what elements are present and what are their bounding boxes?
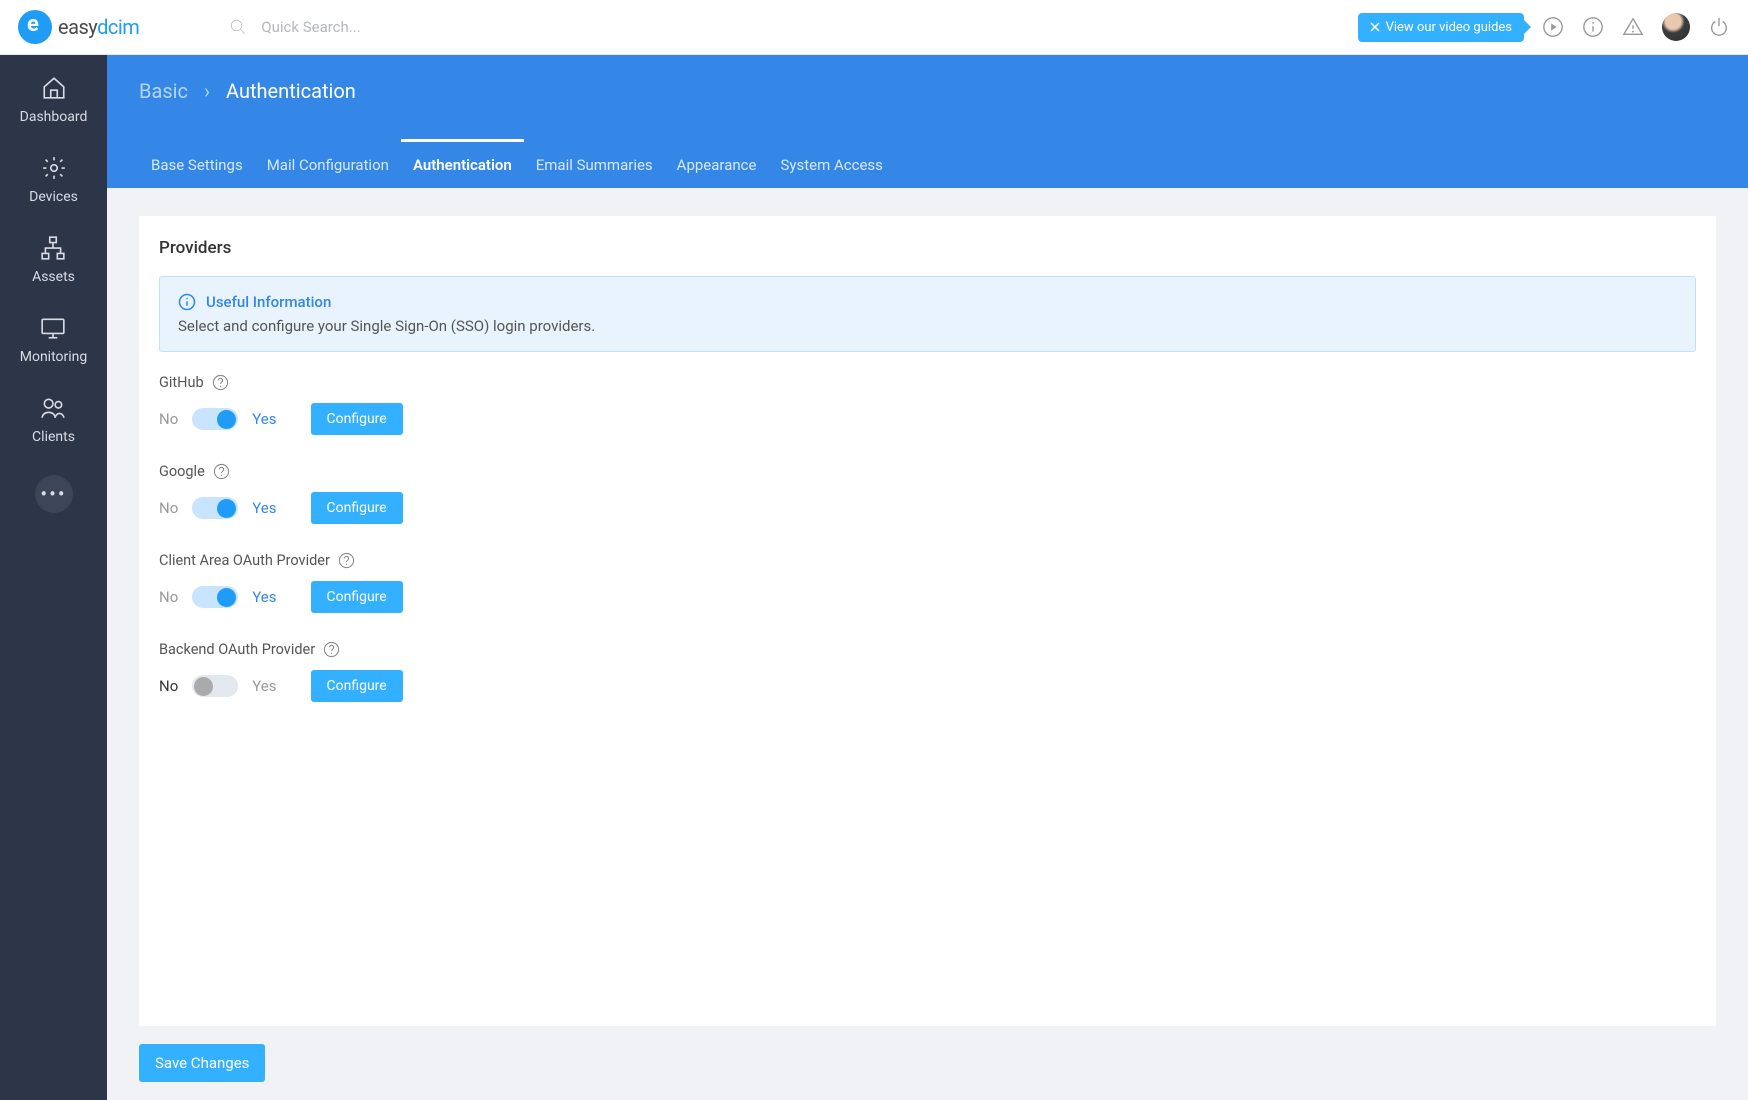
sidebar-item-label: Clients [32,429,75,445]
provider-controls: No Yes Configure [159,403,1696,435]
tab-system-access[interactable]: System Access [768,142,894,188]
sidebar-item-devices[interactable]: Devices [29,155,78,205]
dots-icon: ••• [40,482,66,506]
sidebar-item-monitoring[interactable]: Monitoring [20,315,88,365]
logo-text: easydcim [58,15,139,39]
sidebar-item-assets[interactable]: Assets [32,235,75,285]
network-icon [40,235,66,261]
power-icon[interactable] [1708,16,1730,38]
breadcrumb-current: Authentication [226,79,356,103]
main: Basic › Authentication Base Settings Mai… [107,55,1748,1100]
toggle-no-label: No [159,410,178,428]
info-text: Select and configure your Single Sign-On… [178,317,1677,335]
provider-controls: No Yes Configure [159,581,1696,613]
provider-label: GitHub [159,374,1696,391]
top-header: easydcim View our video guides [0,0,1748,55]
toggle-no-label: No [159,677,178,695]
provider-label: Google [159,463,1696,480]
gear-icon [41,155,67,181]
sidebar: Dashboard Devices Assets Monitoring Clie… [0,55,107,1100]
search-icon [229,18,247,36]
tab-appearance[interactable]: Appearance [665,142,769,188]
provider-toggle[interactable] [192,586,238,608]
play-help-icon[interactable] [1542,16,1564,38]
video-guides-button[interactable]: View our video guides [1358,13,1524,42]
provider-controls: No Yes Configure [159,492,1696,524]
tab-email-summaries[interactable]: Email Summaries [524,142,665,188]
providers-card: Providers Useful Information Select and … [139,216,1716,1026]
toggle-yes-label: Yes [252,588,276,606]
page-header: Basic › Authentication Base Settings Mai… [107,55,1748,188]
toggle-yes-label: Yes [252,499,276,517]
sidebar-item-clients[interactable]: Clients [32,395,75,445]
help-circle-icon[interactable] [338,552,355,569]
monitor-icon [40,315,66,341]
help-circle-icon[interactable] [213,463,230,480]
tab-base-settings[interactable]: Base Settings [139,142,255,188]
provider-row: Client Area OAuth Provider No Yes Configure [159,552,1696,613]
info-icon[interactable] [1582,16,1604,38]
provider-label: Client Area OAuth Provider [159,552,1696,569]
card-title: Providers [159,238,1696,258]
help-circle-icon[interactable] [212,374,229,391]
toggle-no-label: No [159,588,178,606]
provider-label: Backend OAuth Provider [159,641,1696,658]
toggle-yes-label: Yes [252,410,276,428]
configure-button[interactable]: Configure [311,670,403,702]
tabs: Base Settings Mail Configuration Authent… [139,142,895,188]
sidebar-item-dashboard[interactable]: Dashboard [20,75,88,125]
sidebar-item-label: Assets [32,269,75,285]
info-title: Useful Information [178,293,1677,311]
configure-button[interactable]: Configure [311,581,403,613]
provider-row: GitHub No Yes Configure [159,374,1696,435]
provider-row: Backend OAuth Provider No Yes Configure [159,641,1696,702]
info-circle-icon [178,293,196,311]
search-wrap [229,18,561,36]
info-box: Useful Information Select and configure … [159,276,1696,352]
sidebar-item-label: Devices [29,189,78,205]
save-changes-button[interactable]: Save Changes [139,1044,265,1082]
toggle-no-label: No [159,499,178,517]
header-right: View our video guides [1358,13,1730,42]
users-icon [40,395,66,421]
provider-row: Google No Yes Configure [159,463,1696,524]
sidebar-item-label: Monitoring [20,349,88,365]
save-bar: Save Changes [139,1026,1716,1100]
provider-toggle[interactable] [192,408,238,430]
body: Providers Useful Information Select and … [107,188,1748,1100]
search-input[interactable] [261,18,561,36]
chevron-right-icon: › [204,79,210,103]
tab-mail-configuration[interactable]: Mail Configuration [255,142,401,188]
breadcrumb-root[interactable]: Basic [139,79,188,103]
breadcrumb: Basic › Authentication [139,79,356,103]
provider-toggle[interactable] [192,497,238,519]
home-icon [41,75,67,101]
logo-icon [18,10,52,44]
avatar[interactable] [1662,13,1690,41]
provider-toggle[interactable] [192,675,238,697]
configure-button[interactable]: Configure [311,403,403,435]
provider-controls: No Yes Configure [159,670,1696,702]
configure-button[interactable]: Configure [311,492,403,524]
help-circle-icon[interactable] [323,641,340,658]
close-icon [1370,22,1380,32]
logo[interactable]: easydcim [18,10,139,44]
more-button[interactable]: ••• [35,475,73,513]
alert-icon[interactable] [1622,16,1644,38]
tab-authentication[interactable]: Authentication [401,139,524,188]
toggle-yes-label: Yes [252,677,276,695]
sidebar-item-label: Dashboard [20,109,88,125]
